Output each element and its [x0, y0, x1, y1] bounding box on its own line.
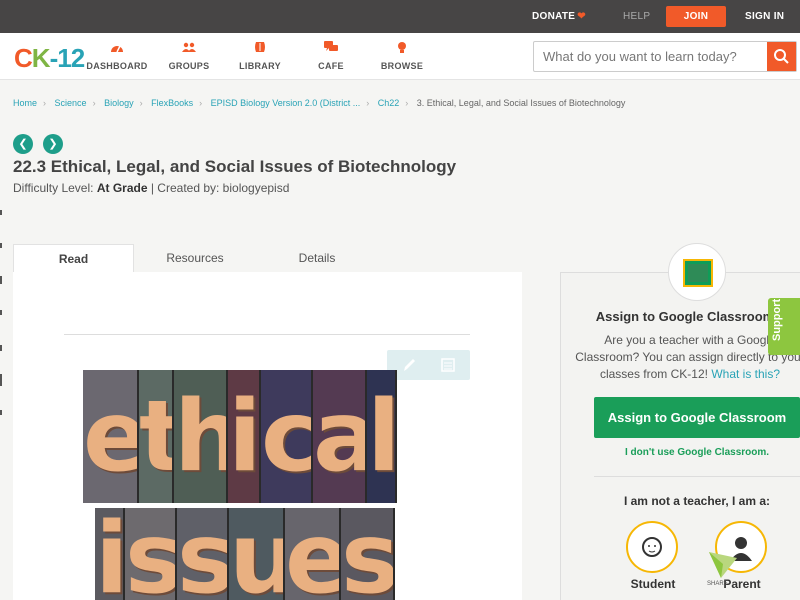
edge-mark [0, 345, 2, 351]
nav-groups[interactable]: GROUPS [154, 41, 224, 71]
issues-word-row: i s s u e s [95, 508, 395, 600]
letter-block: t [139, 370, 174, 503]
heart-icon: ❤ [577, 11, 586, 22]
letter-block: e [83, 370, 139, 503]
tab-read[interactable]: Read [13, 244, 134, 272]
difficulty-meta: Difficulty Level: At Grade | Created by:… [13, 181, 290, 195]
assign-to-google-classroom-button[interactable]: Assign to Google Classroom [594, 397, 800, 438]
pencil-icon[interactable] [399, 355, 419, 375]
help-link[interactable]: HELP [623, 0, 650, 33]
content-tabs: Read Resources Details [13, 244, 522, 272]
student-face-icon [642, 537, 662, 557]
not-teacher-label: I am not a teacher, I am a: [623, 494, 771, 508]
notes-icon[interactable] [438, 355, 458, 375]
main-nav: CK-12 DASHBOARD GROUPS LIBRARY CAFE BROW… [0, 33, 800, 80]
sign-in-link[interactable]: SIGN IN [745, 0, 784, 33]
tab-details[interactable]: Details [265, 244, 369, 272]
created-by: | Created by: biologyepisd [150, 181, 290, 195]
what-is-this-link[interactable]: What is this? [711, 367, 780, 381]
nav-cafe[interactable]: CAFE [296, 41, 366, 71]
letter-block: i [95, 508, 125, 600]
library-icon [255, 42, 265, 52]
nav-dashboard[interactable]: DASHBOARD [82, 41, 152, 71]
edge-mark [0, 276, 2, 284]
ck12-logo[interactable]: CK-12 [14, 43, 85, 74]
letter-block: l [367, 370, 397, 503]
dashboard-icon [111, 45, 123, 53]
breadcrumb-current: 3. Ethical, Legal, and Social Issues of … [416, 98, 626, 108]
letter-block: a [313, 370, 367, 503]
read-content-panel: e t h i c a l i s s u e s [13, 272, 522, 600]
student-role-option[interactable]: Student [626, 521, 680, 591]
search-button[interactable] [767, 42, 796, 71]
ethical-word-row: e t h i c a l [83, 370, 397, 503]
edge-mark [0, 243, 2, 248]
browse-icon [398, 42, 406, 53]
breadcrumb: Home › Science › Biology › FlexBooks › EPISD… [13, 98, 626, 108]
classroom-description: Are you a teacher with a Google Classroo… [575, 333, 800, 381]
page-title: 22.3 Ethical, Legal, and Social Issues o… [13, 157, 457, 176]
tab-resources[interactable]: Resources [143, 244, 247, 272]
letter-block: i [228, 370, 261, 503]
support-tab[interactable]: Support [768, 298, 800, 355]
letter-block: h [174, 370, 228, 503]
top-bar: DONATE ❤ HELP JOIN SIGN IN [0, 0, 800, 33]
join-button[interactable]: JOIN [666, 6, 726, 27]
groups-icon [182, 42, 196, 52]
nav-browse[interactable]: BROWSE [367, 41, 437, 71]
paper-plane-icon [709, 552, 737, 578]
previous-arrow-button[interactable]: ❮ [13, 134, 33, 154]
breadcrumb-home[interactable]: Home [13, 98, 37, 108]
edge-mark [0, 410, 2, 415]
cafe-icon [324, 41, 338, 51]
search-box [533, 41, 797, 72]
breadcrumb-chapter[interactable]: Ch22 [378, 98, 400, 108]
google-classroom-logo [668, 243, 726, 301]
card-divider [594, 476, 800, 477]
letter-block: e [285, 508, 341, 600]
difficulty-level: At Grade [96, 181, 148, 195]
content-divider [64, 334, 470, 335]
next-arrow-button[interactable]: ❯ [43, 134, 63, 154]
search-input[interactable] [534, 42, 768, 71]
search-icon [774, 49, 789, 64]
breadcrumb-episd-biology[interactable]: EPISD Biology Version 2.0 (District ... [211, 98, 361, 108]
letter-block: s [125, 508, 177, 600]
chevron-right-icon: ❯ [48, 138, 58, 150]
share-widget[interactable]: SHARE [707, 548, 739, 588]
google-classroom-icon [683, 259, 713, 287]
donate-link[interactable]: DONATE ❤ [532, 0, 586, 33]
nav-library[interactable]: LIBRARY [225, 41, 295, 71]
letter-block: u [229, 508, 285, 600]
dont-use-classroom-link[interactable]: I don't use Google Classroom. [561, 447, 800, 458]
edge-mark [0, 310, 2, 315]
content-toolbar [387, 350, 470, 380]
breadcrumb-flexbooks[interactable]: FlexBooks [151, 98, 193, 108]
breadcrumb-science[interactable]: Science [55, 98, 87, 108]
edge-mark [0, 210, 2, 215]
letter-block: c [261, 370, 313, 503]
classroom-heading: Assign to Google Classroom [595, 309, 775, 324]
google-classroom-card: Assign to Google Classroom Are you a tea… [560, 272, 800, 600]
letter-block: s [341, 508, 395, 600]
chevron-left-icon: ❮ [18, 138, 28, 150]
breadcrumb-biology[interactable]: Biology [104, 98, 134, 108]
ethical-issues-image: e t h i c a l i s s u e s [83, 370, 399, 600]
edge-mark [0, 374, 2, 386]
student-avatar [626, 521, 678, 573]
letter-block: s [177, 508, 229, 600]
